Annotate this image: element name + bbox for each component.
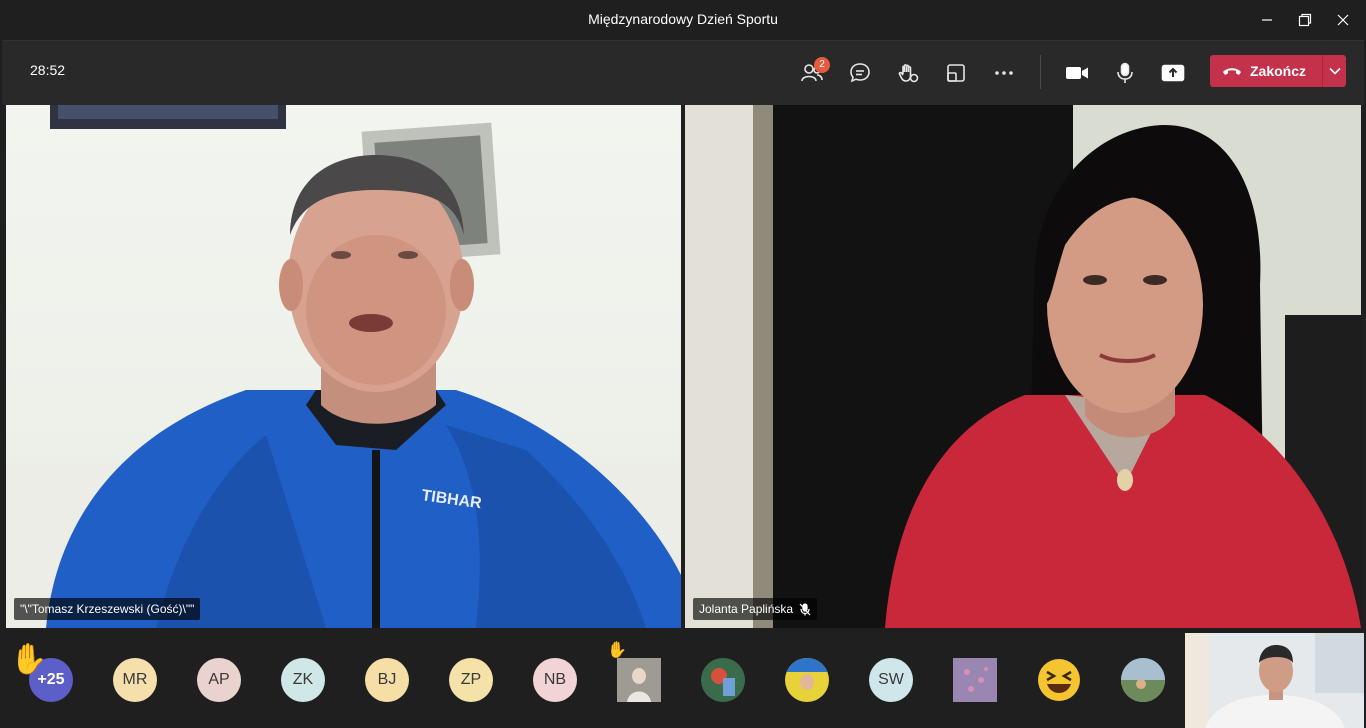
meeting-toolbar: 28:52 2 Zakończ [2, 40, 1364, 105]
participant-avatar-photo[interactable] [1121, 658, 1165, 702]
raise-hand-button[interactable] [888, 53, 928, 93]
breakout-rooms-button[interactable] [936, 53, 976, 93]
participant-video-feed: TIBHAR [6, 105, 681, 628]
end-call-button[interactable]: Zakończ [1210, 55, 1346, 87]
end-call-label: Zakończ [1250, 63, 1307, 79]
restore-icon [1298, 13, 1312, 27]
participants-count-badge: 2 [814, 57, 830, 73]
camera-toggle-button[interactable] [1057, 53, 1097, 93]
chat-button[interactable] [840, 53, 880, 93]
avatar-photo [953, 658, 997, 702]
breakout-rooms-icon [947, 64, 965, 82]
avatar-initials: SW [878, 671, 904, 688]
toolbar-divider [1040, 55, 1041, 89]
avatar-initials: ZK [292, 671, 314, 688]
self-video-feed [1185, 633, 1364, 728]
more-icon [995, 71, 1013, 75]
end-call-options-button[interactable] [1323, 67, 1346, 75]
window-title: Międzynarodowy Dzień Sportu [588, 11, 778, 27]
participant-avatar-photo[interactable] [617, 658, 661, 702]
share-screen-button[interactable] [1153, 53, 1193, 93]
microphone-toggle-button[interactable] [1105, 53, 1145, 93]
chevron-down-icon [1328, 67, 1341, 75]
self-view-video[interactable] [1185, 633, 1364, 728]
hang-up-icon [1223, 68, 1241, 75]
chat-icon [850, 63, 870, 83]
participant-avatar-photo[interactable] [1037, 658, 1081, 702]
close-window-button[interactable] [1320, 0, 1366, 40]
minimize-icon [1262, 19, 1272, 21]
participant-avatar[interactable]: BJ [365, 658, 409, 702]
participant-avatar[interactable]: AP [197, 658, 241, 702]
participant-name-tag: "\"Tomasz Krzeszewski (Gość)\"" [14, 598, 201, 620]
raise-hand-icon [898, 64, 919, 83]
participant-avatar[interactable]: MR [113, 658, 157, 702]
end-call-main[interactable]: Zakończ [1210, 63, 1322, 79]
raised-hand-icon: ✋ [10, 643, 48, 676]
avatar-initials: BJ [377, 671, 397, 688]
video-tile-tomasz[interactable]: TIBHAR "\"Tomasz Krzeszewski (Gość)\"" [6, 105, 681, 628]
participant-video-feed [685, 105, 1361, 628]
camera-icon [1066, 67, 1088, 79]
participant-avatar[interactable]: ZK [281, 658, 325, 702]
share-screen-icon [1161, 64, 1185, 82]
microphone-icon [1117, 62, 1133, 83]
avatar-photo [701, 658, 745, 702]
call-timer: 28:52 [30, 62, 66, 78]
participant-avatar-photo[interactable] [953, 658, 997, 702]
video-tile-jolanta[interactable]: Jolanta Paplińska [685, 105, 1361, 628]
avatar-initials: MR [122, 671, 148, 688]
close-icon [1337, 14, 1349, 26]
participant-name-tag: Jolanta Paplińska [693, 598, 818, 620]
laughing-emoji-icon [1038, 659, 1080, 701]
window-titlebar: Międzynarodowy Dzień Sportu [0, 0, 1366, 40]
avatar-initials: ZP [460, 671, 482, 688]
participant-avatar[interactable]: SW [869, 658, 913, 702]
participant-avatar[interactable]: NB [533, 658, 577, 702]
participants-button[interactable]: 2 [792, 53, 832, 93]
avatar-initials: NB [543, 671, 567, 688]
avatar-photo [1121, 658, 1165, 702]
more-actions-button[interactable] [984, 53, 1024, 93]
avatar-initials: AP [208, 671, 230, 688]
avatar-photo [617, 658, 661, 702]
participant-avatar-photo[interactable] [785, 658, 829, 702]
participant-avatar[interactable]: ZP [449, 658, 493, 702]
raised-hand-icon: ✋ [607, 642, 627, 659]
participant-name: Jolanta Paplińska [699, 602, 794, 616]
participant-name: "\"Tomasz Krzeszewski (Gość)\"" [20, 602, 195, 616]
participant-strip: +25 ✋ MR AP ZK BJ ZP NB ✋ SW [0, 628, 1366, 728]
avatar-photo [785, 658, 829, 702]
mic-muted-icon [799, 602, 811, 615]
participant-avatar-photo[interactable] [701, 658, 745, 702]
